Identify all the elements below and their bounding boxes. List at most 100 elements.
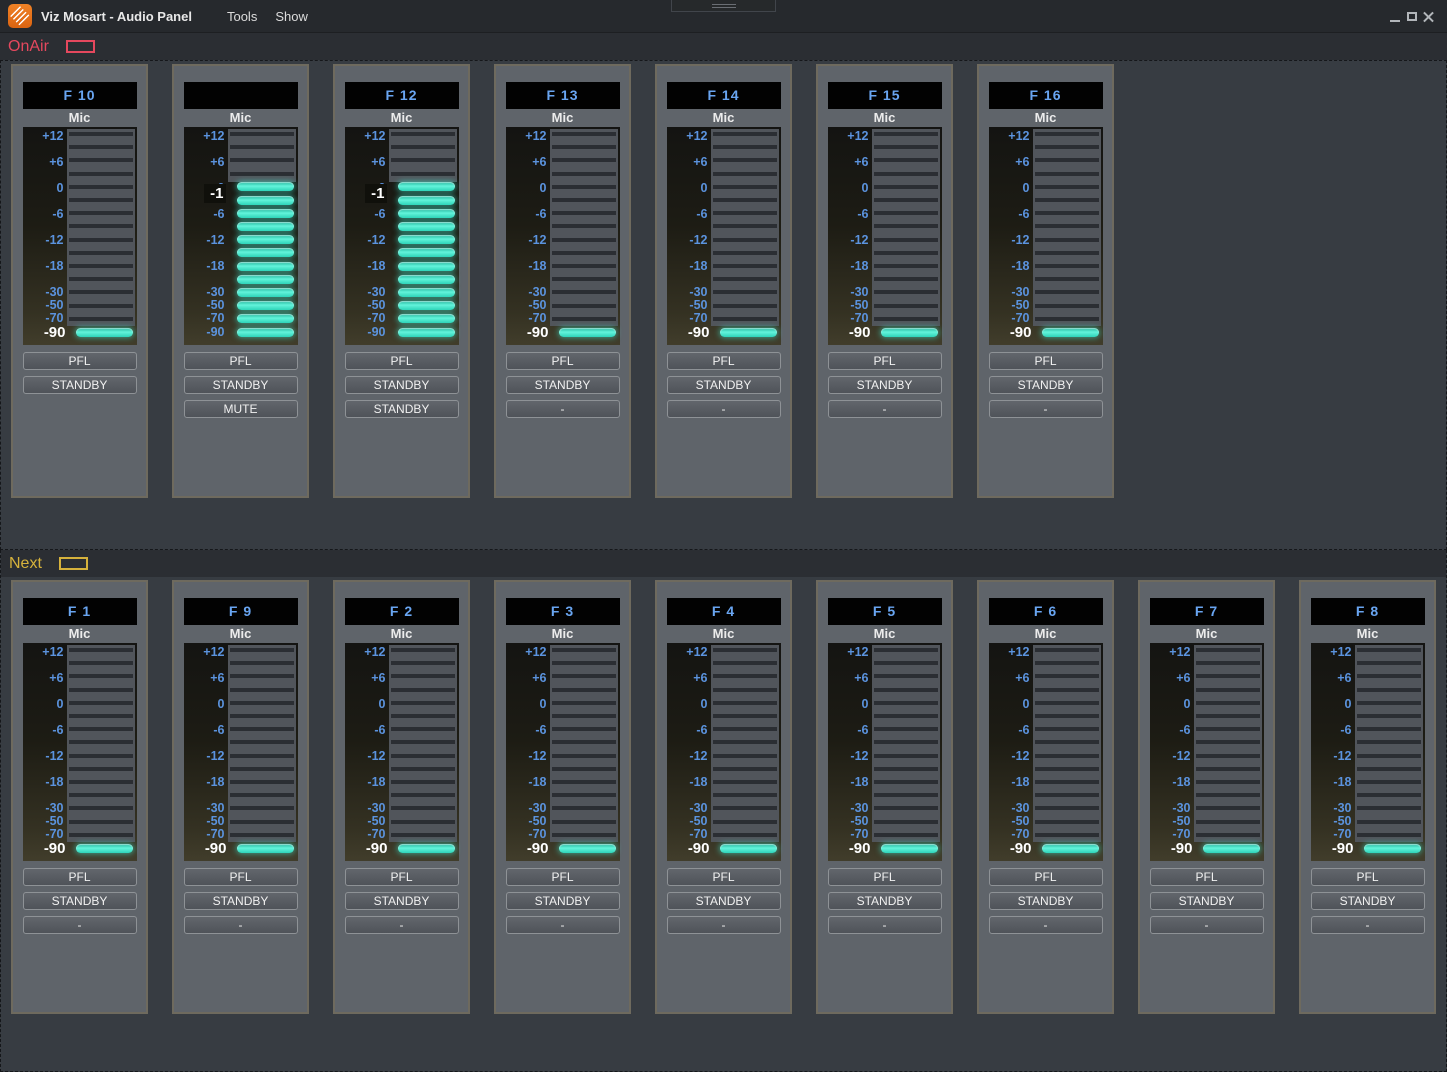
- meter-level-bar: [1042, 844, 1099, 853]
- unassigned-button[interactable]: -: [1150, 916, 1264, 934]
- meter-segment-off: [874, 661, 938, 665]
- unassigned-button[interactable]: -: [345, 916, 459, 934]
- pfl-button[interactable]: PFL: [23, 352, 137, 370]
- standby-button[interactable]: STANDBY: [989, 376, 1103, 394]
- standby-button[interactable]: STANDBY: [506, 376, 620, 394]
- standby-button[interactable]: STANDBY: [1150, 892, 1264, 910]
- unassigned-button[interactable]: -: [506, 400, 620, 418]
- standby-button[interactable]: STANDBY: [828, 376, 942, 394]
- menu-show[interactable]: Show: [266, 6, 317, 27]
- meter-segment-off: [874, 793, 938, 797]
- db-scale-label: +12: [23, 130, 64, 143]
- unassigned-button[interactable]: -: [828, 400, 942, 418]
- db-scale-label: +6: [184, 672, 225, 685]
- next-checkbox[interactable]: [59, 557, 88, 570]
- unassigned-button[interactable]: -: [506, 916, 620, 934]
- db-scale-label: -6: [506, 724, 547, 737]
- minimize-icon[interactable]: [1386, 7, 1403, 27]
- standby-button[interactable]: STANDBY: [345, 892, 459, 910]
- meter-segment-off: [713, 833, 777, 837]
- standby-button[interactable]: STANDBY: [667, 892, 781, 910]
- pfl-button[interactable]: PFL: [828, 352, 942, 370]
- meter-segment-off: [230, 740, 294, 744]
- unassigned-button[interactable]: -: [667, 400, 781, 418]
- meter-segment-off: [552, 727, 616, 731]
- channel-strip: F 4Mic+12+60-6-12-18-30-50-70-90PFLSTAND…: [655, 580, 792, 1014]
- pfl-button[interactable]: PFL: [506, 352, 620, 370]
- meter-segment-off: [1035, 132, 1099, 136]
- meter-segment-off: [1035, 317, 1099, 321]
- meter-segment-off: [391, 754, 455, 758]
- meter-segment-off: [1196, 793, 1260, 797]
- meter-segment-off: [874, 251, 938, 255]
- mute-button[interactable]: MUTE: [184, 400, 298, 418]
- menu-tools[interactable]: Tools: [218, 6, 266, 27]
- unassigned-button[interactable]: -: [23, 916, 137, 934]
- channel-strip: F 7Mic+12+60-6-12-18-30-50-70-90PFLSTAND…: [1138, 580, 1275, 1014]
- meter-segment-off: [69, 767, 133, 771]
- level-meter: +12+60-6-12-18-30-50-70-90: [828, 127, 942, 345]
- channel-strip: F 9Mic+12+60-6-12-18-30-50-70-90PFLSTAND…: [172, 580, 309, 1014]
- db-scale-label: -18: [506, 776, 547, 789]
- pfl-button[interactable]: PFL: [989, 352, 1103, 370]
- standby-button[interactable]: STANDBY: [23, 892, 137, 910]
- pfl-button[interactable]: PFL: [1150, 868, 1264, 886]
- maximize-icon[interactable]: [1403, 7, 1420, 27]
- pfl-button[interactable]: PFL: [667, 352, 781, 370]
- pfl-button[interactable]: PFL: [184, 868, 298, 886]
- meter-segment-off: [1035, 304, 1099, 308]
- pfl-button[interactable]: PFL: [345, 868, 459, 886]
- meter-segment-off: [713, 820, 777, 824]
- standby-button[interactable]: STANDBY: [667, 376, 781, 394]
- meter-segment-off: [1035, 754, 1099, 758]
- db-scale-label: -6: [345, 724, 386, 737]
- unassigned-button[interactable]: -: [667, 916, 781, 934]
- meter-segment-off: [1357, 648, 1421, 652]
- meter-level-bar: [76, 328, 133, 337]
- meter-segment-off: [1357, 806, 1421, 810]
- db-scale-label: -6: [828, 724, 869, 737]
- meter-segment-off: [1196, 833, 1260, 837]
- meter-segment-off: [713, 701, 777, 705]
- db-scale-label: +12: [989, 130, 1030, 143]
- standby-button[interactable]: STANDBY: [345, 400, 459, 418]
- level-meter: +12+60-6-12-18-30-50-70-90: [667, 643, 781, 861]
- peak-db-value: -90: [828, 325, 871, 340]
- pfl-button[interactable]: PFL: [23, 868, 137, 886]
- standby-button[interactable]: STANDBY: [828, 892, 942, 910]
- dock-drag-handle[interactable]: [671, 0, 776, 12]
- pfl-button[interactable]: PFL: [1311, 868, 1425, 886]
- db-scale-label: 0: [184, 698, 225, 711]
- standby-button[interactable]: STANDBY: [989, 892, 1103, 910]
- pfl-button[interactable]: PFL: [828, 868, 942, 886]
- standby-button[interactable]: STANDBY: [1311, 892, 1425, 910]
- unassigned-button[interactable]: -: [828, 916, 942, 934]
- unassigned-button[interactable]: -: [989, 400, 1103, 418]
- meter-segment-off: [391, 701, 455, 705]
- standby-button[interactable]: STANDBY: [345, 376, 459, 394]
- pfl-button[interactable]: PFL: [506, 868, 620, 886]
- unassigned-button[interactable]: -: [989, 916, 1103, 934]
- unassigned-button[interactable]: -: [1311, 916, 1425, 934]
- meter-segment-off: [230, 145, 294, 149]
- unassigned-button[interactable]: -: [184, 916, 298, 934]
- meter-segment-off: [1035, 727, 1099, 731]
- meter-segment-off: [874, 304, 938, 308]
- standby-button[interactable]: STANDBY: [184, 376, 298, 394]
- standby-button[interactable]: STANDBY: [23, 376, 137, 394]
- channel-label: F 13: [506, 82, 620, 109]
- onair-checkbox[interactable]: [66, 40, 95, 53]
- close-icon[interactable]: [1420, 7, 1437, 27]
- meter-segment-off: [874, 740, 938, 744]
- pfl-button[interactable]: PFL: [184, 352, 298, 370]
- db-scale-label: -12: [1311, 750, 1352, 763]
- meter-segment-off: [230, 793, 294, 797]
- pfl-button[interactable]: PFL: [667, 868, 781, 886]
- standby-button[interactable]: STANDBY: [184, 892, 298, 910]
- db-scale-label: +6: [23, 672, 64, 685]
- pfl-button[interactable]: PFL: [989, 868, 1103, 886]
- peak-db-value: -90: [1150, 841, 1193, 856]
- standby-button[interactable]: STANDBY: [506, 892, 620, 910]
- pfl-button[interactable]: PFL: [345, 352, 459, 370]
- meter-segment-off: [874, 674, 938, 678]
